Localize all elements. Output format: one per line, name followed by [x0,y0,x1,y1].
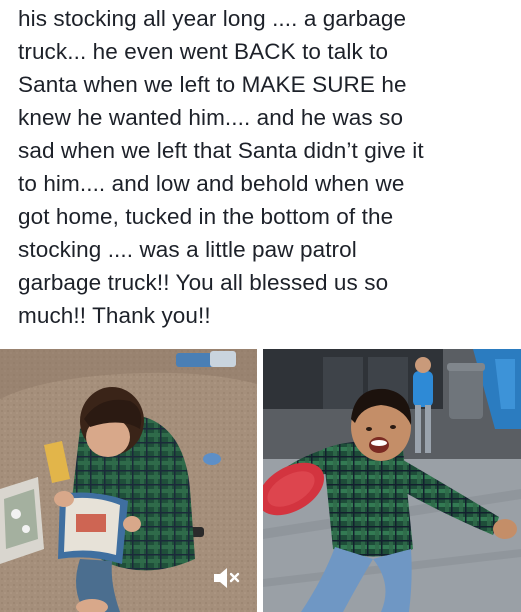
post-text-line: Santa when we left to MAKE SURE he [18,72,407,97]
post-text-line: sad when we left that Santa didn’t give … [18,138,424,163]
muted-speaker-icon [214,568,240,588]
post-text: his stocking all year long .... a garbag… [18,2,518,332]
post-text-line: his stocking all year long .... a garbag… [18,6,407,31]
post-text-line: to him.... and low and behold when we [18,171,405,196]
post-text-line: garbage truck!! You all blessed us so [18,270,389,295]
photo-illustration [263,349,521,612]
post-text-line: much!! Thank you!! [18,303,211,328]
photo-boy-with-red-disc[interactable] [263,349,521,612]
video-child-with-garbage-truck[interactable] [0,349,257,612]
post-text-line: knew he wanted him.... and he was so [18,105,404,130]
post-text-line: got home, tucked in the bottom of the [18,204,394,229]
post-text-line: stocking .... was a little paw patrol [18,237,357,262]
mute-toggle-button[interactable] [211,564,243,592]
post-text-line: truck... he even went BACK to talk to [18,39,389,64]
